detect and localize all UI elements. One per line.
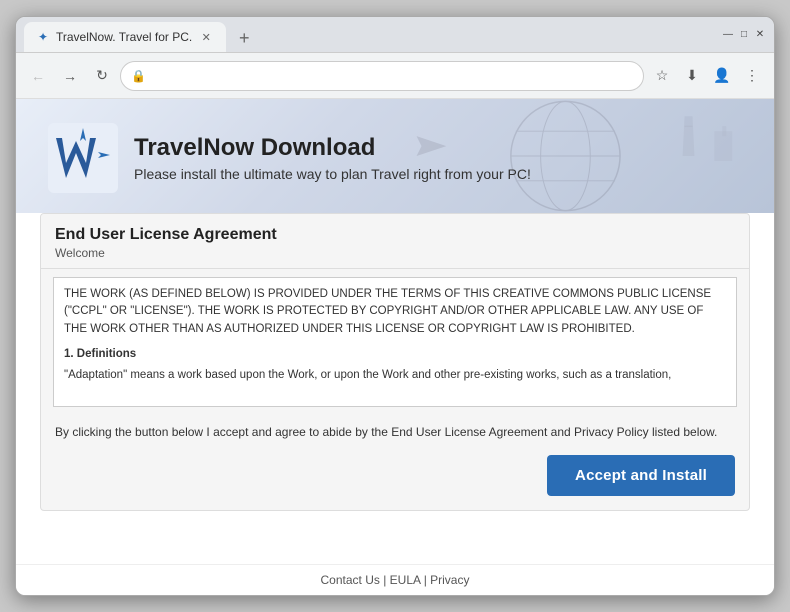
tab-close-button[interactable]: ✕ — [198, 29, 214, 45]
window-controls: — □ ✕ — [714, 29, 766, 41]
eula-definitions-header: 1. Definitions — [64, 346, 726, 363]
active-tab[interactable]: ✦ TravelNow. Travel for PC. ✕ — [24, 22, 226, 52]
profile-button[interactable]: 👤 — [708, 62, 736, 90]
tab-title: TravelNow. Travel for PC. — [56, 30, 192, 44]
new-tab-button[interactable]: + — [230, 24, 258, 52]
page-content: TravelNow Download Please install the ul… — [16, 99, 774, 595]
maximize-button[interactable]: □ — [738, 29, 750, 41]
browser-window: ✦ TravelNow. Travel for PC. ✕ + — □ ✕ ← … — [15, 16, 775, 596]
bookmark-button[interactable]: ☆ — [648, 62, 676, 90]
hero-logo — [48, 123, 118, 193]
forward-button[interactable]: → — [56, 62, 84, 90]
minimize-button[interactable]: — — [722, 29, 734, 41]
hero-title: TravelNow Download — [134, 134, 531, 162]
eula-welcome: Welcome — [55, 246, 735, 260]
menu-button[interactable]: ⋮ — [738, 62, 766, 90]
contact-us-link[interactable]: Contact Us — [321, 573, 380, 587]
hero-text: TravelNow Download Please install the ul… — [134, 134, 531, 182]
eula-scroll-area[interactable]: THE WORK (AS DEFINED BELOW) IS PROVIDED … — [53, 277, 737, 407]
accept-install-button[interactable]: Accept and Install — [547, 455, 735, 496]
eula-box: End User License Agreement Welcome THE W… — [40, 213, 750, 511]
hero-banner: TravelNow Download Please install the ul… — [16, 99, 774, 213]
nav-right-controls: ☆ ⬇ 👤 ⋮ — [648, 62, 766, 90]
tab-area: ✦ TravelNow. Travel for PC. ✕ + — [24, 17, 710, 52]
eula-header: End User License Agreement Welcome — [41, 214, 749, 269]
close-window-button[interactable]: ✕ — [754, 29, 766, 41]
tab-favicon: ✦ — [36, 30, 50, 44]
privacy-link[interactable]: Privacy — [430, 573, 469, 587]
back-button[interactable]: ← — [24, 62, 52, 90]
address-bar[interactable]: 🔒 — [120, 61, 644, 91]
eula-body-text: THE WORK (AS DEFINED BELOW) IS PROVIDED … — [64, 286, 726, 338]
eula-link[interactable]: EULA — [390, 573, 421, 587]
eula-agreement-text: By clicking the button below I accept an… — [41, 415, 749, 455]
hero-subtitle: Please install the ultimate way to plan … — [134, 166, 531, 182]
title-bar: ✦ TravelNow. Travel for PC. ✕ + — □ ✕ — [16, 17, 774, 53]
eula-definitions-text: "Adaptation" means a work based upon the… — [64, 367, 726, 384]
refresh-button[interactable]: ↻ — [88, 62, 116, 90]
lock-icon: 🔒 — [131, 69, 146, 83]
eula-title: End User License Agreement — [55, 226, 735, 244]
download-button[interactable]: ⬇ — [678, 62, 706, 90]
page-footer: Contact Us | EULA | Privacy — [16, 564, 774, 595]
nav-bar: ← → ↻ 🔒 ☆ ⬇ 👤 ⋮ — [16, 53, 774, 99]
accept-btn-row: Accept and Install — [41, 455, 749, 510]
